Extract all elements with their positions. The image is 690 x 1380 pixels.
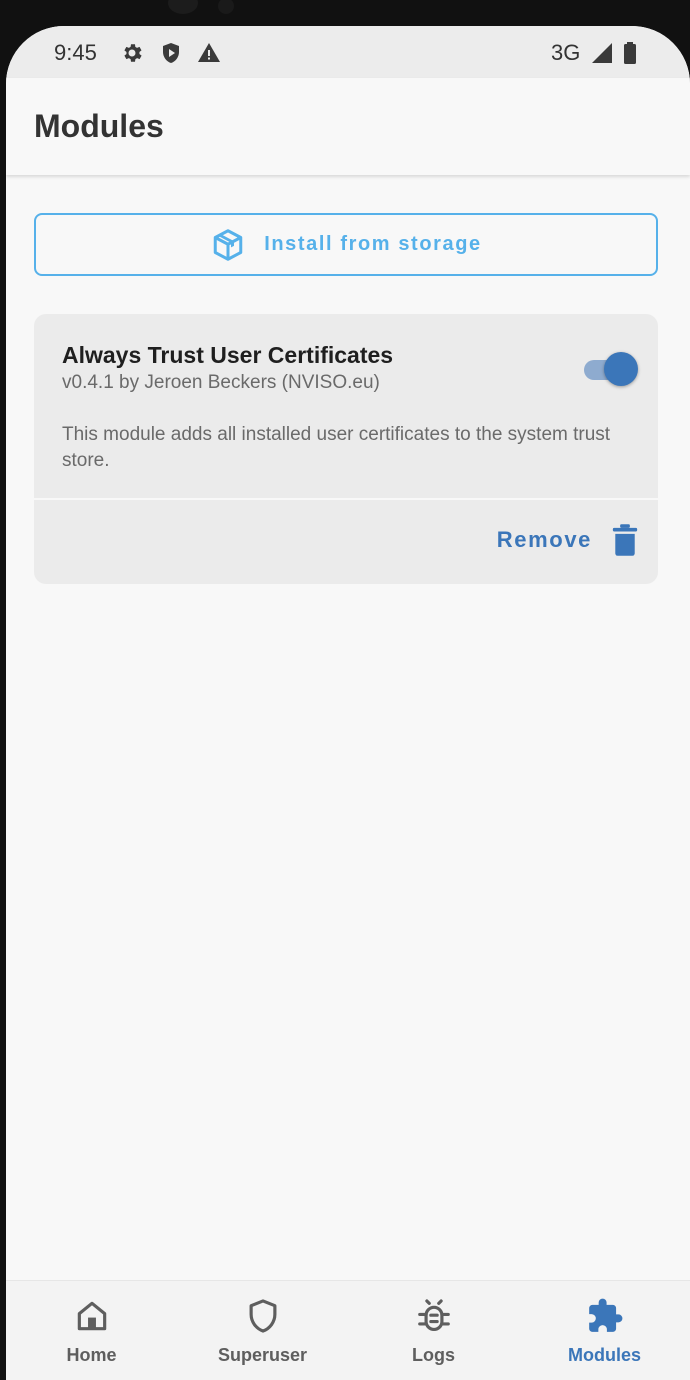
toggle-thumb bbox=[604, 352, 638, 386]
nav-label-logs: Logs bbox=[412, 1345, 455, 1365]
remove-module-button[interactable]: Remove bbox=[497, 520, 640, 560]
trash-icon bbox=[612, 524, 638, 556]
install-button-label: Install from storage bbox=[264, 233, 482, 255]
bottom-navigation: Home Superuser Logs Modules bbox=[6, 1280, 690, 1380]
battery-icon bbox=[624, 42, 636, 64]
module-enabled-toggle[interactable] bbox=[582, 350, 640, 388]
app-bar: Modules bbox=[6, 78, 690, 175]
nav-label-home: Home bbox=[66, 1345, 117, 1365]
module-description: This module adds all installed user cert… bbox=[62, 424, 611, 471]
bug-icon bbox=[418, 1299, 450, 1332]
signal-icon bbox=[592, 43, 612, 63]
front-camera bbox=[168, 0, 198, 14]
page-title: Modules bbox=[34, 108, 164, 144]
nav-label-superuser: Superuser bbox=[217, 1345, 308, 1365]
install-from-storage-button[interactable]: Install from storage bbox=[34, 213, 658, 276]
network-type: 3G bbox=[551, 40, 581, 65]
nav-label-modules: Modules bbox=[567, 1345, 641, 1365]
sensor bbox=[218, 0, 234, 14]
gear-icon bbox=[124, 44, 142, 62]
warning-icon bbox=[198, 43, 220, 62]
remove-label: Remove bbox=[496, 527, 592, 552]
status-bar: 9:45 3G bbox=[6, 26, 690, 78]
nav-item-logs[interactable]: Logs bbox=[348, 1281, 519, 1380]
module-name: Always Trust User Certificates bbox=[62, 342, 394, 368]
package-icon bbox=[213, 228, 243, 261]
puzzle-icon bbox=[589, 1298, 623, 1332]
phone-screen: 9:45 3G Modules Install from storage Alw… bbox=[6, 26, 690, 1380]
module-version-author: v0.4.1 by Jeroen Beckers (NVISO.eu) bbox=[62, 372, 380, 393]
nav-item-superuser[interactable]: Superuser bbox=[177, 1281, 348, 1380]
status-time: 9:45 bbox=[54, 40, 97, 65]
shield-icon bbox=[249, 1299, 277, 1333]
card-divider bbox=[34, 498, 658, 500]
nav-item-home[interactable]: Home bbox=[6, 1281, 177, 1380]
nav-item-modules[interactable]: Modules bbox=[519, 1281, 690, 1380]
module-card: Always Trust User Certificates v0.4.1 by… bbox=[34, 314, 658, 584]
play-shield-icon bbox=[163, 43, 179, 63]
home-icon bbox=[77, 1301, 107, 1331]
